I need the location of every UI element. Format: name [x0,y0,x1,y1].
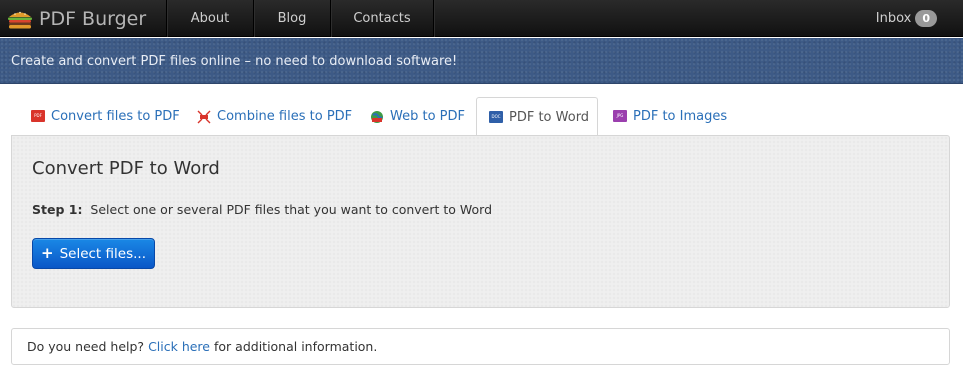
brand-name: PDF Burger [39,7,147,30]
help-suffix: for additional information. [214,339,378,354]
nav-divider [433,0,434,37]
inbox-label: Inbox [875,11,912,26]
combine-icon [197,110,211,124]
doc-file-icon: DOC [489,111,503,123]
tab-label: Convert files to PDF [51,108,180,124]
help-prefix: Do you need help? [27,339,145,354]
nav-link-contacts[interactable]: Contacts [331,0,433,37]
tab-web-to-pdf[interactable]: Web to PDF [360,97,465,135]
step-label: Step 1: [32,202,83,217]
help-link[interactable]: Click here [148,339,210,354]
burger-icon [7,8,33,30]
tab-combine-files-to-pdf[interactable]: Combine files to PDF [187,97,352,135]
tab-label: Combine files to PDF [217,108,353,124]
tab-label: Web to PDF [390,108,465,124]
tab-label: PDF to Images [633,108,728,124]
nav-link-about[interactable]: About [167,0,253,37]
tab-convert-files-to-pdf[interactable]: PDF Convert files to PDF [21,97,180,135]
step-instruction: Step 1: Select one or several PDF files … [32,202,492,217]
pdf-file-icon: PDF [31,110,45,122]
tab-pdf-to-images[interactable]: JPG PDF to Images [603,97,727,135]
select-files-label: Select files... [59,245,146,262]
help-box: Do you need help? Click here for additio… [11,328,950,365]
hero-banner: Create and convert PDF files online – no… [0,38,963,84]
plus-icon: + [41,244,54,262]
inbox-count-badge: 0 [915,10,937,27]
select-files-button[interactable]: + Select files... [32,238,155,269]
tab-pdf-to-word[interactable]: DOC PDF to Word [476,97,598,136]
top-navbar: PDF Burger About Blog Contacts Inbox 0 [0,0,963,37]
jpg-file-icon: JPG [613,110,627,122]
web-icon [370,110,384,123]
convert-panel: Convert PDF to Word Step 1: Select one o… [11,135,950,308]
conversion-tabs: PDF Convert files to PDF Combine files t… [11,97,950,136]
brand-logo-link[interactable]: PDF Burger [7,0,146,37]
tab-label: PDF to Word [509,109,590,125]
step-text: Select one or several PDF files that you… [90,202,493,217]
inbox-link[interactable]: Inbox 0 [876,0,937,37]
banner-tagline: Create and convert PDF files online – no… [11,54,458,69]
panel-title: Convert PDF to Word [32,158,220,179]
nav-link-blog[interactable]: Blog [254,0,330,37]
